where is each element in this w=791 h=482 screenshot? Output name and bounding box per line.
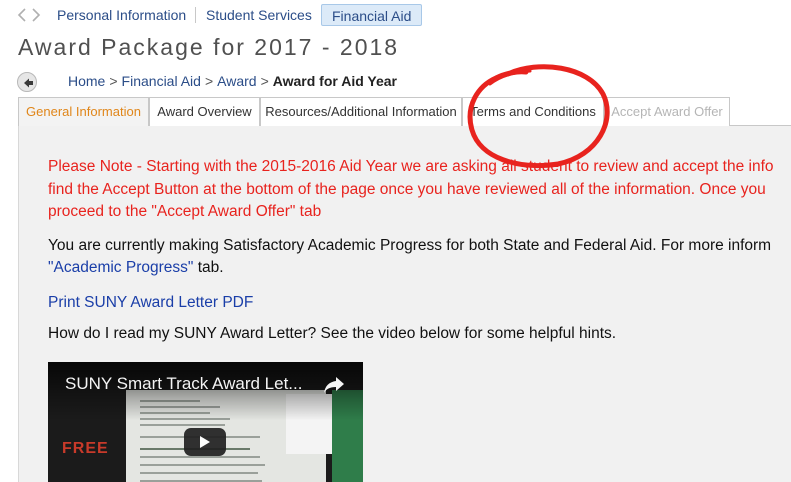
back-button-icon[interactable] [17, 72, 37, 92]
breadcrumb-current: Award for Aid Year [272, 73, 397, 89]
breadcrumb-separator: > [204, 73, 214, 89]
notice-line: find the Accept Button at the bottom of … [48, 180, 766, 198]
breadcrumb-home[interactable]: Home [68, 73, 105, 89]
tab-resources-additional-information[interactable]: Resources/Additional Information [260, 97, 462, 126]
video-overlay-text: FREE [62, 440, 109, 457]
notice-line: Please Note - Starting with the 2015-201… [48, 158, 774, 175]
top-navigation: Personal Information Student Services Fi… [0, 0, 791, 30]
page-title: Award Package for 2017 - 2018 [18, 34, 400, 60]
tab-terms-and-conditions[interactable]: Terms and Conditions [462, 97, 604, 126]
breadcrumb-award[interactable]: Award [217, 73, 256, 89]
academic-progress-suffix: tab. [193, 259, 224, 276]
tab-bar: General Information Award Overview Resou… [18, 97, 791, 126]
topnav-personal-information[interactable]: Personal Information [49, 4, 194, 26]
topnav-financial-aid[interactable]: Financial Aid [321, 4, 423, 26]
video-player[interactable]: SUNY Smart Track Award Let... FREE [48, 362, 363, 482]
breadcrumb-separator: > [260, 73, 269, 89]
content-panel: Please Note - Starting with the 2015-201… [18, 126, 791, 482]
breadcrumb-financial-aid[interactable]: Financial Aid [122, 73, 201, 89]
topnav-student-services[interactable]: Student Services [198, 4, 320, 26]
tab-accept-award-offer: Accept Award Offer [604, 97, 730, 126]
award-letter-help-text: How do I read my SUNY Award Letter? See … [48, 324, 617, 342]
video-title[interactable]: SUNY Smart Track Award Let... [65, 374, 302, 394]
general-information-content: Please Note - Starting with the 2015-201… [48, 156, 791, 343]
topnav-divider [195, 7, 196, 23]
tab-general-information[interactable]: General Information [18, 97, 149, 126]
share-icon[interactable] [322, 375, 346, 400]
breadcrumb-separator: > [109, 73, 118, 89]
breadcrumb: Home > Financial Aid > Award > Award for Aid Y… [68, 73, 397, 89]
academic-progress-link[interactable]: "Academic Progress" [48, 259, 193, 276]
nav-forward-arrow-icon[interactable] [31, 7, 41, 23]
play-icon[interactable] [184, 428, 226, 456]
academic-progress-line: You are currently making Satisfactory Ac… [48, 236, 772, 254]
print-award-letter-link[interactable]: Print SUNY Award Letter PDF [48, 294, 791, 312]
academic-progress-text: You are currently making Satisfactory Ac… [48, 235, 791, 280]
notice-text: Please Note - Starting with the 2015-201… [48, 156, 791, 224]
tab-award-overview[interactable]: Award Overview [149, 97, 260, 126]
nav-back-arrow-icon[interactable] [17, 7, 27, 23]
notice-line: proceed to the "Accept Award Offer" tab [48, 203, 322, 220]
